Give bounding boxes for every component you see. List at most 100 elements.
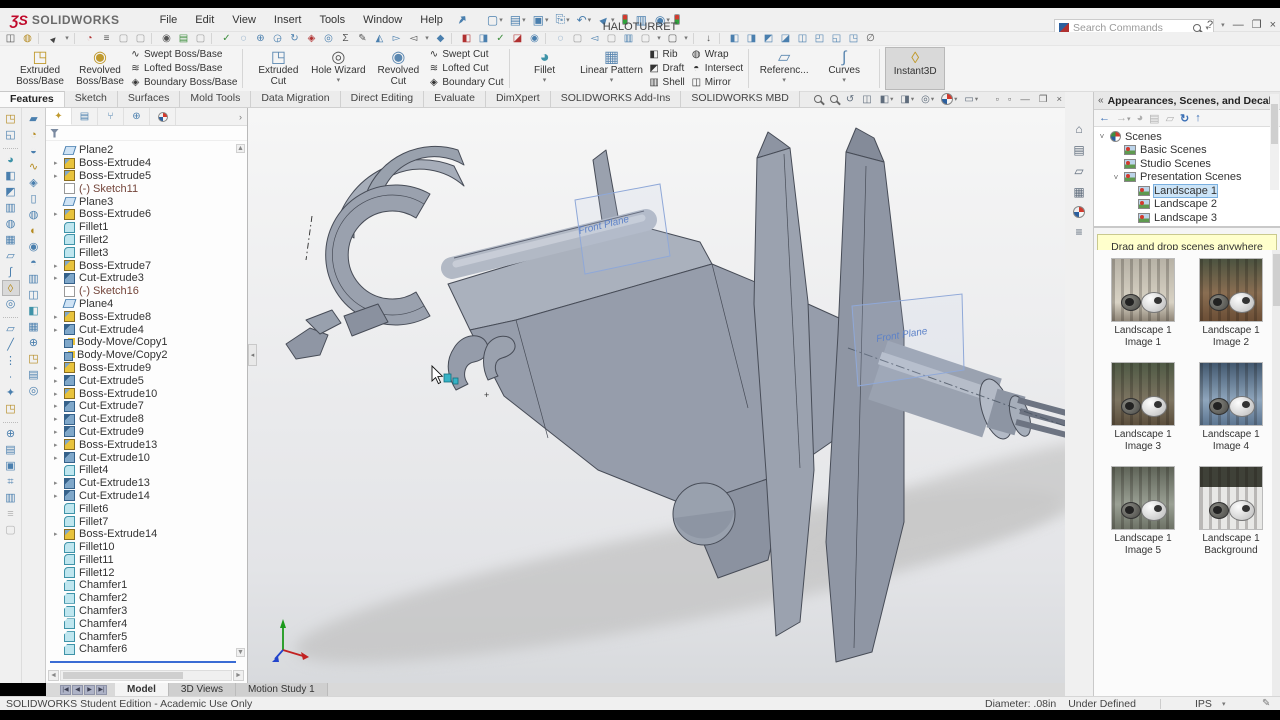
toolbar-icon[interactable]: ◈ — [305, 33, 318, 45]
vertical-tool-icon[interactable]: ◎ — [22, 383, 45, 399]
menu-item[interactable]: Help — [420, 14, 443, 26]
curves-button[interactable]: ∫ Curves ▾ — [814, 47, 874, 90]
minimize-button[interactable]: — — [1233, 19, 1244, 31]
vertical-tool-icon[interactable]: ∫ — [0, 264, 21, 280]
toolbar-icon[interactable]: ◧ — [460, 33, 473, 45]
vertical-tool-icon[interactable]: ▦ — [0, 232, 21, 248]
ribbon-tab[interactable]: SOLIDWORKS Add-Ins — [550, 91, 682, 107]
feature-tree-item[interactable]: ▸ Boss-Extrude5 — [46, 170, 238, 183]
configurationmanager-tab[interactable]: ⑂ — [98, 108, 124, 125]
feature-tree-item[interactable]: ▸ Plane2 — [46, 144, 238, 157]
hole-wizard-button[interactable]: ◎ Hole Wizard ▾ — [308, 47, 368, 90]
ribbon-small-button[interactable]: ≋ Lofted Cut — [428, 62, 503, 75]
vertical-tool-icon[interactable] — [3, 417, 18, 423]
unit-system-selector[interactable]: IPS ▾ — [1195, 698, 1225, 710]
scene-thumbnail-image[interactable] — [1111, 466, 1175, 530]
toolbar-icon[interactable]: ≡ — [100, 33, 113, 45]
view-tool-icon[interactable]: ↺ — [846, 94, 855, 105]
view-tool-icon[interactable]: ▾ — [941, 93, 957, 105]
feature-tree-item[interactable]: ▸ Cut-Extrude8 — [46, 413, 238, 426]
feature-tree-item[interactable]: ▸ Boss-Extrude10 — [46, 387, 238, 400]
vertical-tool-icon[interactable]: ◔ — [22, 127, 45, 143]
toolbar-icon[interactable] — [151, 33, 156, 44]
vertical-tool-icon[interactable]: ▥ — [0, 200, 21, 216]
menu-item[interactable]: Edit — [195, 14, 214, 26]
expand-arrow-icon[interactable]: ▸ — [54, 262, 60, 270]
scene-tree-item[interactable]: Landscape 3 — [1094, 211, 1280, 225]
feature-tree-item[interactable]: ▸ Boss-Extrude14 — [46, 528, 238, 541]
toolbar-icon[interactable]: ✓ — [220, 33, 233, 45]
first-tab-icon[interactable]: |◀ — [60, 684, 71, 695]
feature-tree-item[interactable]: ▸ Body-Move/Copy1 — [46, 336, 238, 349]
vertical-tool-icon[interactable]: ▣ — [0, 458, 21, 474]
vertical-tool-icon[interactable]: ◕ — [0, 152, 21, 168]
feature-tree-item[interactable]: ▸ Chamfer6 — [46, 643, 238, 656]
manager-tabs-overflow[interactable]: › — [234, 108, 247, 125]
feature-tree-item[interactable]: ▸ Cut-Extrude4 — [46, 323, 238, 336]
expand-arrow-icon[interactable]: ▸ — [54, 492, 60, 500]
ribbon-small-button[interactable]: ◍ Wrap — [691, 48, 743, 61]
toolbar-icon[interactable]: ◫ — [796, 33, 809, 45]
doc-window-button[interactable]: ▫ — [996, 94, 999, 105]
scroll-right-icon[interactable]: ► — [233, 670, 244, 681]
toolbar-icon[interactable]: ↻ — [288, 33, 301, 45]
vertical-tool-icon[interactable]: ◧ — [0, 168, 21, 184]
search-icon[interactable] — [1193, 24, 1202, 32]
expand-arrow-icon[interactable]: ▸ — [54, 364, 60, 372]
expand-arrow-icon[interactable]: ▸ — [54, 415, 60, 423]
toolbar-icon[interactable] — [211, 33, 216, 44]
vertical-tool-icon[interactable]: ◎ — [0, 296, 21, 312]
toolbar-icon[interactable]: ◰ — [813, 33, 826, 45]
toolbar-icon[interactable] — [38, 33, 43, 44]
vertical-tool-icon[interactable]: ▦ — [22, 319, 45, 335]
toolbar-icon[interactable]: ◪ — [511, 33, 524, 45]
vertical-tool-icon[interactable]: ⋮ — [0, 353, 21, 369]
expand-arrow-icon[interactable]: ▸ — [54, 454, 60, 462]
scene-thumbnail-image[interactable] — [1199, 258, 1263, 322]
toolbar-icon[interactable]: ◳ — [847, 33, 860, 45]
scene-tree-scrollbar[interactable] — [1270, 94, 1279, 190]
scene-tree-item[interactable]: Landscape 2 — [1094, 198, 1280, 212]
menu-item[interactable]: Tools — [319, 14, 345, 26]
scene-tree-item[interactable]: ˅ Scenes — [1094, 130, 1280, 144]
toolbar-icon[interactable]: ◆ — [434, 33, 447, 45]
scene-thumbnail[interactable]: Landscape 1 Image 3 — [1100, 362, 1186, 452]
doc-window-button[interactable]: ❒ — [1039, 94, 1048, 105]
feature-tree-item[interactable]: ▸ Cut-Extrude13 — [46, 477, 238, 490]
toolbar-icon[interactable]: ▾ — [683, 33, 689, 45]
linear-pattern-button[interactable]: ▦ Linear Pattern ▾ — [575, 47, 649, 90]
feature-tree-item[interactable]: ▸ (-) Sketch16 — [46, 285, 238, 298]
feature-tree-item[interactable]: ▸ Fillet3 — [46, 246, 238, 259]
feature-tree-item[interactable]: ▸ Chamfer5 — [46, 630, 238, 643]
expand-arrow-icon[interactable]: ▸ — [54, 377, 60, 385]
toolbar-icon[interactable]: ▢ — [639, 33, 652, 45]
view-tool-icon[interactable]: ▭ ▾ — [964, 94, 978, 105]
toolbar-icon[interactable]: ◅ — [407, 33, 420, 45]
ribbon-small-button[interactable]: ∿ Swept Boss/Base — [130, 48, 237, 61]
vertical-tool-icon[interactable]: ▥ — [0, 490, 21, 506]
vertical-tool-icon[interactable]: ◐ — [22, 223, 45, 239]
scroll-left-icon[interactable]: ◄ — [48, 670, 59, 681]
scene-tree-item[interactable]: Studio Scenes — [1094, 157, 1280, 171]
menu-item[interactable]: Window — [363, 14, 402, 26]
graphics-viewport[interactable]: + Front Plane Front Plane — [248, 108, 1065, 683]
vertical-tool-icon[interactable]: ▤ — [0, 442, 21, 458]
model-tab[interactable]: Model — [115, 683, 169, 696]
restore-button[interactable]: ❐ — [1252, 18, 1262, 31]
scene-tree-item[interactable]: Basic Scenes — [1094, 144, 1280, 158]
toolbar-icon[interactable]: ▢ — [571, 33, 584, 45]
ribbon-small-button[interactable]: ◩ Draft — [649, 62, 685, 75]
expand-arrow-icon[interactable]: ▸ — [54, 159, 60, 167]
toolbar-icon[interactable]: ◶ — [271, 33, 284, 45]
vertical-tool-icon[interactable]: ▢ — [0, 522, 21, 538]
reference-geometry-button[interactable]: ▱ Referenc... ▾ — [754, 47, 814, 90]
3d-views-tab[interactable]: 3D Views — [168, 683, 236, 696]
ribbon-tab[interactable]: DimXpert — [485, 91, 551, 107]
ribbon-small-button[interactable]: ∿ Swept Cut — [428, 48, 503, 61]
toolbar-icon[interactable]: ▢ — [194, 33, 207, 45]
view-tool-icon[interactable] — [829, 95, 839, 103]
vertical-tool-icon[interactable]: ▥ — [22, 271, 45, 287]
scene-thumbnail[interactable]: Landscape 1 Image 4 — [1188, 362, 1274, 452]
ribbon-tab[interactable]: SOLIDWORKS MBD — [681, 91, 800, 107]
feature-tree-item[interactable]: ▸ Cut-Extrude14 — [46, 490, 238, 503]
